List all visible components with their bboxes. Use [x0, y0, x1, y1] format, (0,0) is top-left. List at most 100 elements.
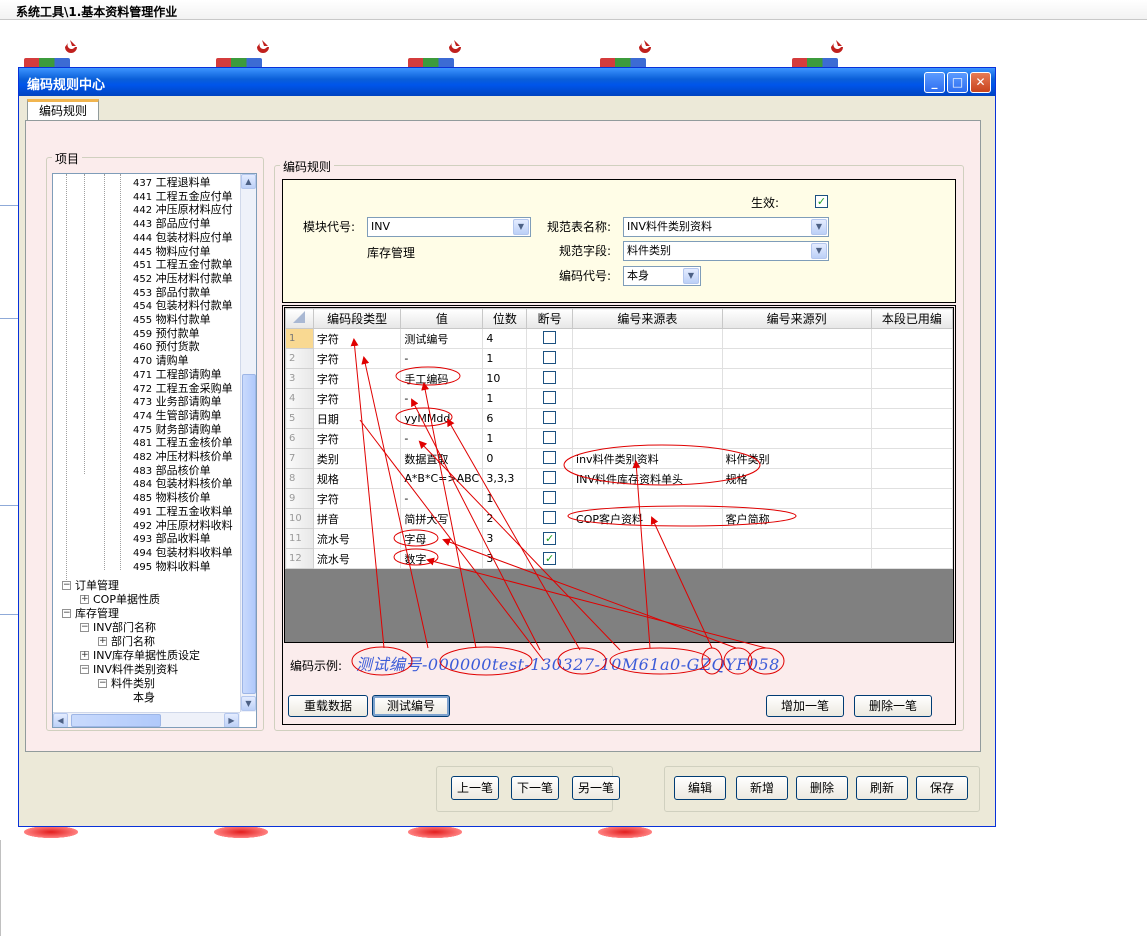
tree-item-cop-props[interactable]: COP单据性质: [93, 593, 160, 606]
tree-item[interactable]: 472 工程五金采购单: [133, 382, 233, 396]
tree-item-self[interactable]: 本身: [133, 691, 155, 704]
table-row[interactable]: 6 字符 -1: [285, 428, 953, 449]
tree-item[interactable]: 453 部品付款单: [133, 286, 211, 300]
collapse-icon[interactable]: −: [80, 623, 89, 632]
delete-row-button[interactable]: 删除一笔: [854, 695, 932, 717]
expand-icon[interactable]: +: [80, 595, 89, 604]
collapse-icon[interactable]: −: [98, 679, 107, 688]
test-code-button[interactable]: 测试编号: [372, 695, 450, 717]
tree-item[interactable]: 444 包装材料应付单: [133, 231, 233, 245]
table-row[interactable]: 1 字符 测试编号 4: [285, 328, 953, 349]
table-row[interactable]: 4 字符 -1: [285, 388, 953, 409]
tree-item-inv-category[interactable]: INV料件类别资料: [93, 663, 178, 676]
tree-item[interactable]: 455 物料付款单: [133, 313, 211, 327]
new-button[interactable]: 新增: [736, 776, 788, 800]
tree-item[interactable]: 484 包装材料核价单: [133, 477, 233, 491]
tree-item[interactable]: 441 工程五金应付单: [133, 190, 233, 204]
break-checkbox[interactable]: [543, 430, 557, 444]
tree-item-dept-name[interactable]: 部门名称: [111, 635, 155, 648]
module-select[interactable]: INV ▼: [367, 217, 531, 237]
minimize-button[interactable]: _: [924, 72, 945, 93]
tree-item[interactable]: 482 冲压材料核价单: [133, 450, 233, 464]
tree-item[interactable]: 475 财务部请购单: [133, 423, 222, 437]
app-launcher-icon[interactable]: [254, 38, 272, 57]
break-checkbox[interactable]: [543, 390, 557, 404]
tree-item-inv-mgmt[interactable]: 库存管理: [75, 607, 119, 620]
tree-item-order-mgmt[interactable]: 订单管理: [75, 579, 119, 592]
column-header[interactable]: 编号来源表: [572, 308, 723, 329]
table-row[interactable]: 8 规格 A*B*C=>ABC 3,3,3 INV料件库存资料单头 规格: [285, 468, 953, 489]
table-row[interactable]: 11 流水号 字母 3 ✓: [285, 528, 953, 549]
tree-item[interactable]: 481 工程五金核价单: [133, 436, 233, 450]
prev-record-button[interactable]: 上一笔: [451, 776, 499, 800]
break-checkbox[interactable]: [543, 370, 557, 384]
tree-item[interactable]: 485 物料核价单: [133, 491, 211, 505]
tree-item[interactable]: 495 物料收料单: [133, 560, 211, 574]
next-record-button[interactable]: 下一笔: [511, 776, 559, 800]
chevron-down-icon[interactable]: ▼: [513, 219, 529, 235]
app-launcher-icon[interactable]: [636, 38, 654, 57]
table-row[interactable]: 2 字符 -1: [285, 348, 953, 369]
column-header[interactable]: 值: [400, 308, 484, 329]
collapse-icon[interactable]: −: [62, 609, 71, 618]
table-name-select[interactable]: INV料件类别资料 ▼: [623, 217, 829, 237]
grid-corner[interactable]: [285, 308, 314, 329]
scroll-left-icon[interactable]: ◀: [53, 713, 68, 727]
close-button[interactable]: ✕: [970, 72, 991, 93]
segment-grid[interactable]: 编码段类型 值 位数 断号 编号来源表 编号来源列 本段已用编 1 字符 测试编号 4…: [284, 307, 954, 643]
column-header[interactable]: 编码段类型: [312, 308, 402, 329]
chevron-down-icon[interactable]: ▼: [811, 219, 827, 235]
break-checkbox[interactable]: [543, 330, 557, 344]
tree-item[interactable]: 470 请购单: [133, 354, 189, 368]
column-header[interactable]: 位数: [482, 308, 528, 329]
tree-hscrollbar[interactable]: ◀ ▶: [53, 712, 240, 727]
tab-code-rules[interactable]: 编码规则: [27, 99, 99, 121]
edit-button[interactable]: 编辑: [674, 776, 726, 800]
scroll-right-icon[interactable]: ▶: [224, 713, 239, 727]
code-select[interactable]: 本身 ▼: [623, 266, 701, 286]
tree-item[interactable]: 437 工程退料单: [133, 176, 211, 190]
table-row[interactable]: 12 流水号 数字 3 ✓: [285, 548, 953, 569]
tree-item[interactable]: 454 包装材料付款单: [133, 299, 233, 313]
tree-item[interactable]: 483 部品核价单: [133, 464, 211, 478]
add-row-button[interactable]: 增加一笔: [766, 695, 844, 717]
expand-icon[interactable]: +: [80, 651, 89, 660]
break-checkbox[interactable]: [543, 470, 557, 484]
break-checkbox[interactable]: [543, 350, 557, 364]
refresh-button[interactable]: 刷新: [856, 776, 908, 800]
break-checkbox[interactable]: [543, 510, 557, 524]
tree-item[interactable]: 474 生管部请购单: [133, 409, 222, 423]
scroll-up-icon[interactable]: ▲: [241, 174, 256, 189]
break-checkbox[interactable]: [543, 410, 557, 424]
tree-item[interactable]: 451 工程五金付款单: [133, 258, 233, 272]
app-launcher-icon[interactable]: [446, 38, 464, 57]
column-header[interactable]: 本段已用编: [870, 308, 953, 329]
tree-item[interactable]: 459 预付款单: [133, 327, 200, 341]
tree-item[interactable]: 460 预付货款: [133, 340, 200, 354]
break-checkbox[interactable]: ✓: [543, 552, 557, 565]
scroll-thumb[interactable]: [71, 714, 161, 727]
tree-item[interactable]: 492 冲压原材料收料: [133, 519, 233, 533]
table-row[interactable]: 9 字符 -1: [285, 488, 953, 509]
tree-item-inv-doc-props[interactable]: INV库存单据性质设定: [93, 649, 200, 662]
tree-item-category[interactable]: 料件类别: [111, 677, 155, 690]
delete-button[interactable]: 删除: [796, 776, 848, 800]
scroll-down-icon[interactable]: ▼: [241, 696, 256, 711]
collapse-icon[interactable]: −: [62, 581, 71, 590]
break-checkbox[interactable]: [543, 450, 557, 464]
field-select[interactable]: 料件类别 ▼: [623, 241, 829, 261]
column-header[interactable]: 断号: [526, 308, 574, 329]
save-button[interactable]: 保存: [916, 776, 968, 800]
tree-item[interactable]: 445 物料应付单: [133, 245, 211, 259]
collapse-icon[interactable]: −: [80, 665, 89, 674]
scroll-thumb[interactable]: [242, 374, 256, 694]
tree-item[interactable]: 471 工程部请购单: [133, 368, 222, 382]
reload-button[interactable]: 重载数据: [288, 695, 368, 717]
tree-item-inv-dept[interactable]: INV部门名称: [93, 621, 156, 634]
tree-item[interactable]: 491 工程五金收料单: [133, 505, 233, 519]
maximize-button[interactable]: □: [947, 72, 968, 93]
tree-item[interactable]: 493 部品收料单: [133, 532, 211, 546]
tree-item[interactable]: 443 部品应付单: [133, 217, 211, 231]
table-row[interactable]: 7 类别 数据直取 0 inv料件类别资料 料件类别: [285, 448, 953, 469]
table-row[interactable]: 10 拼音 简拼大写 2 COP客户资料 客户简称: [285, 508, 953, 529]
